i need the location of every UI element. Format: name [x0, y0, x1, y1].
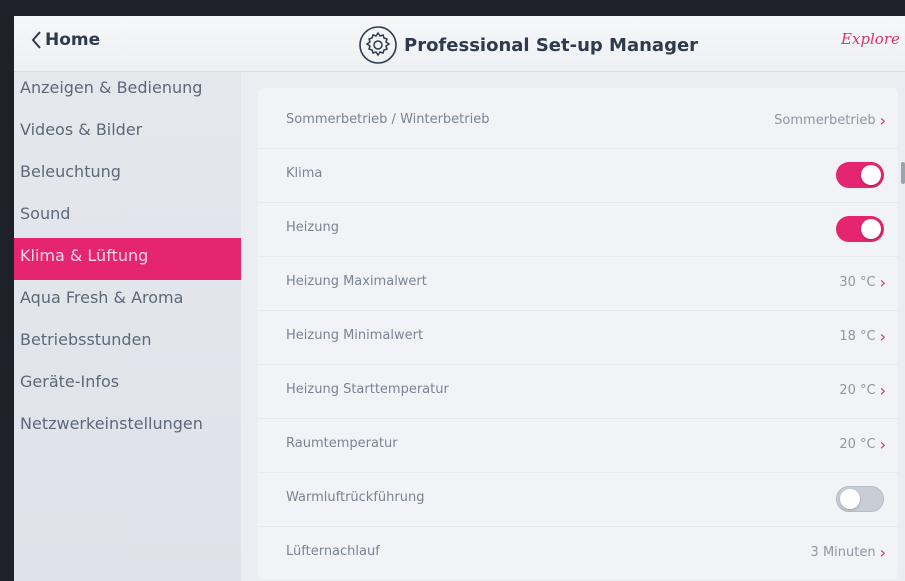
settings-row: Raumtemperatur 20 °C ›: [258, 419, 898, 473]
setting-value: 30 °C: [839, 275, 876, 290]
setting-value: 18 °C: [839, 329, 876, 344]
settings-row: Warmluftrückführung: [258, 473, 898, 527]
device-bezel-top: [0, 0, 905, 16]
toggle-knob: [861, 165, 881, 185]
sidebar-item[interactable]: Beleuchtung: [14, 154, 241, 196]
sidebar-item[interactable]: Netzwerkeinstellungen: [14, 406, 241, 448]
setting-value-button[interactable]: 20 °C ›: [839, 435, 886, 454]
setting-label: Heizung Maximalwert: [286, 274, 427, 289]
setting-value: 20 °C: [839, 437, 876, 452]
sidebar-item[interactable]: Sound: [14, 196, 241, 238]
screen: Home Professional Set-up Manager Explore…: [14, 16, 905, 581]
gear-icon: [359, 26, 397, 64]
setting-value-button[interactable]: 18 °C ›: [839, 327, 886, 346]
setting-label: Klima: [286, 166, 323, 181]
setting-value-button[interactable]: 30 °C ›: [839, 273, 886, 292]
setting-toggle[interactable]: [836, 216, 884, 242]
setting-label: Heizung: [286, 220, 339, 235]
brand-logo: Explorer: [841, 30, 901, 48]
chevron-right-icon: ›: [879, 435, 886, 454]
setting-value-button[interactable]: 3 Minuten ›: [811, 543, 886, 562]
settings-panel: Sommerbetrieb / Winterbetrieb Sommerbetri…: [258, 88, 898, 581]
scrollbar[interactable]: [901, 162, 905, 184]
chevron-right-icon: ›: [879, 327, 886, 346]
sidebar-item[interactable]: Aqua Fresh & Aroma: [14, 280, 241, 322]
device-bezel-left: [0, 0, 14, 581]
header: Home Professional Set-up Manager Explore…: [14, 16, 905, 72]
settings-row: Klima: [258, 149, 898, 203]
setting-toggle[interactable]: [836, 486, 884, 512]
settings-row: Heizung: [258, 203, 898, 257]
sidebar-item[interactable]: Anzeigen & Bedienung: [14, 70, 241, 112]
settings-row: Sommerbetrieb / Winterbetrieb Sommerbetri…: [258, 95, 898, 149]
sidebar-item[interactable]: Videos & Bilder: [14, 112, 241, 154]
chevron-left-icon: [31, 31, 41, 49]
settings-row: Heizung Minimalwert 18 °C ›: [258, 311, 898, 365]
setting-label: Lüfternachlauf: [286, 544, 380, 559]
toggle-knob: [840, 489, 860, 509]
setting-value: Sommerbetrieb: [774, 113, 876, 128]
setting-label: Raumtemperatur: [286, 436, 398, 451]
toggle-knob: [861, 219, 881, 239]
chevron-right-icon: ›: [879, 273, 886, 292]
sidebar: Anzeigen & Bedienung Videos & Bilder Beleu…: [14, 72, 241, 581]
setting-label: Warmluftrückführung: [286, 490, 425, 505]
setting-value-button[interactable]: 20 °C ›: [839, 381, 886, 400]
sidebar-item[interactable]: Betriebsstunden: [14, 322, 241, 364]
back-button[interactable]: Home: [30, 30, 100, 50]
chevron-right-icon: ›: [879, 381, 886, 400]
chevron-right-icon: ›: [879, 543, 886, 562]
title-wrap: Professional Set-up Manager: [358, 25, 698, 65]
setting-label: Heizung Minimalwert: [286, 328, 424, 343]
setting-label: Heizung Starttemperatur: [286, 382, 449, 397]
setting-label: Sommerbetrieb / Winterbetrieb: [286, 112, 490, 127]
chevron-right-icon: ›: [879, 111, 886, 130]
setting-value: 20 °C: [839, 383, 876, 398]
page-title: Professional Set-up Manager: [404, 34, 699, 56]
settings-row: Heizung Maximalwert 30 °C ›: [258, 257, 898, 311]
setting-value: 3 Minuten: [810, 545, 876, 560]
setting-toggle[interactable]: [836, 162, 884, 188]
settings-row: Heizung Starttemperatur 20 °C ›: [258, 365, 898, 419]
sidebar-item[interactable]: Klima & Lüftung: [14, 238, 241, 280]
back-label: Home: [45, 30, 101, 50]
setting-value-button[interactable]: Sommerbetrieb ›: [774, 111, 886, 130]
settings-row: Lüfternachlauf 3 Minuten ›: [258, 527, 898, 581]
sidebar-item[interactable]: Geräte-Infos: [14, 364, 241, 406]
